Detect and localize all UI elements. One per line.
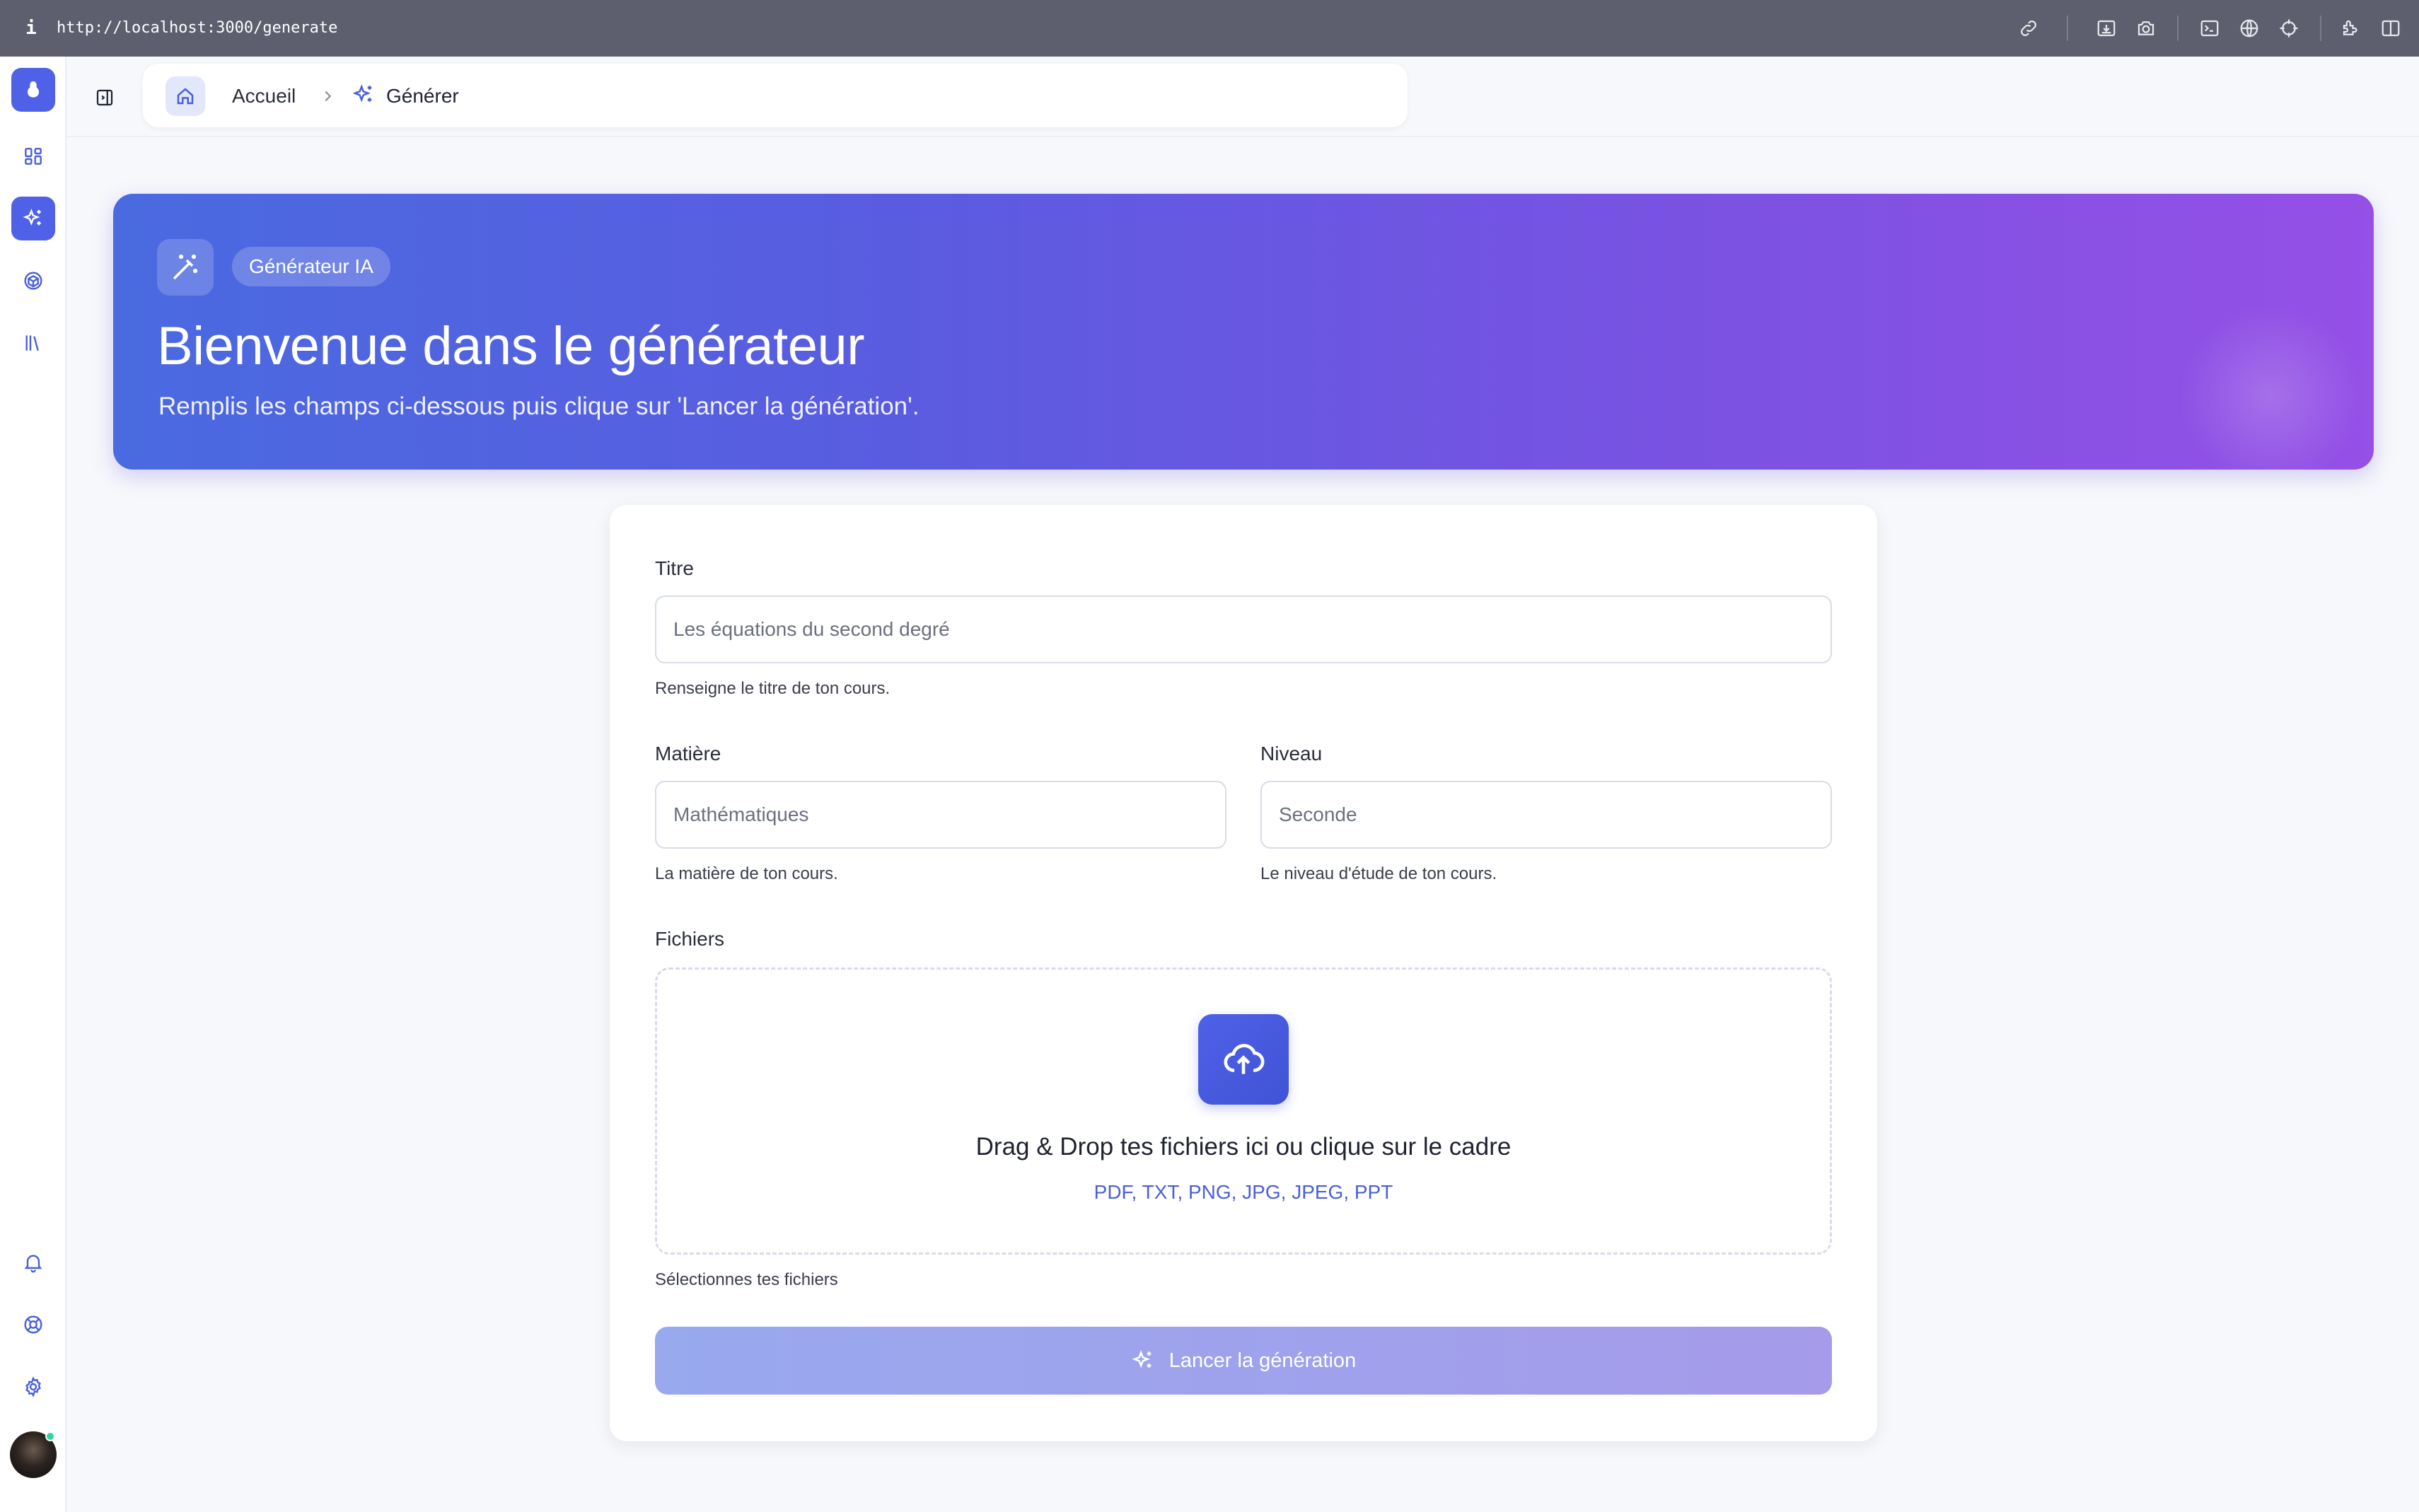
- split-view-icon[interactable]: [2377, 14, 2405, 42]
- help-buoy-icon[interactable]: [11, 1303, 55, 1347]
- title-help: Renseigne le titre de ton cours.: [655, 679, 891, 698]
- sparkles-icon: [23, 208, 41, 226]
- page-title: Bienvenue dans le générateur: [157, 316, 865, 376]
- terminal-icon[interactable]: [2195, 14, 2224, 42]
- browser-toolbar: [0, 0, 2419, 57]
- sparkles-icon: [349, 81, 378, 109]
- hero-badge: Générateur IA: [232, 247, 390, 286]
- magic-wand-icon: [157, 239, 214, 296]
- header-divider: [66, 136, 2419, 137]
- crosshair-icon[interactable]: [2275, 14, 2303, 42]
- extension-icon[interactable]: [2337, 14, 2365, 42]
- sidebar-item-generate[interactable]: [11, 197, 55, 240]
- cube-icon[interactable]: [11, 259, 55, 303]
- chevron-right-icon: [317, 82, 338, 110]
- generate-button-label: Lancer la génération: [1168, 1349, 1357, 1372]
- subject-help: La matière de ton cours.: [655, 864, 838, 883]
- file-dropzone[interactable]: [655, 967, 1832, 1255]
- sparkles-icon: [1132, 1350, 1152, 1368]
- panel-toggle-icon: [96, 89, 113, 106]
- toolbar-separator: [2320, 16, 2321, 41]
- hero-glow: [2179, 304, 2362, 488]
- camera-icon[interactable]: [2132, 14, 2160, 42]
- subject-input[interactable]: [655, 781, 1226, 849]
- link-icon[interactable]: [2014, 14, 2043, 42]
- breadcrumb-current: Générer: [386, 85, 459, 107]
- site-info-icon[interactable]: i: [21, 14, 41, 42]
- title-input[interactable]: [655, 595, 1832, 663]
- level-label: Niveau: [1260, 743, 1323, 764]
- files-help: Sélectionnes tes fichiers: [655, 1270, 838, 1289]
- app-logo-icon[interactable]: [11, 68, 55, 112]
- toolbar-separator: [2177, 16, 2179, 41]
- dashboard-icon[interactable]: [11, 134, 55, 178]
- level-input[interactable]: [1260, 781, 1832, 849]
- online-status-dot: [45, 1431, 55, 1441]
- page-subtitle: Remplis les champs ci-dessous puis cliqu…: [158, 392, 920, 420]
- sidebar-toggle-button[interactable]: [89, 82, 120, 113]
- globe-icon[interactable]: [2235, 14, 2263, 42]
- cloud-upload-icon[interactable]: [1198, 1014, 1289, 1105]
- files-label: Fichiers: [655, 928, 725, 950]
- library-icon[interactable]: [11, 321, 55, 365]
- toolbar-separator: [2067, 16, 2068, 41]
- home-button[interactable]: [166, 76, 205, 116]
- dropzone-text: Drag & Drop tes fichiers ici ou clique s…: [975, 1133, 1512, 1161]
- subject-label: Matière: [655, 743, 721, 764]
- home-icon: [177, 88, 194, 105]
- gear-icon[interactable]: [11, 1365, 55, 1409]
- title-label: Titre: [655, 557, 694, 579]
- generate-button[interactable]: Lancer la génération: [655, 1327, 1832, 1395]
- bell-icon[interactable]: [11, 1240, 55, 1284]
- address-bar[interactable]: http://localhost:3000/generate: [57, 14, 337, 42]
- download-icon[interactable]: [2092, 14, 2121, 42]
- dropzone-file-types: PDF, TXT, PNG, JPG, JPEG, PPT: [1094, 1181, 1393, 1203]
- breadcrumb-home-link[interactable]: Accueil: [232, 82, 296, 110]
- level-help: Le niveau d'étude de ton cours.: [1260, 864, 1497, 883]
